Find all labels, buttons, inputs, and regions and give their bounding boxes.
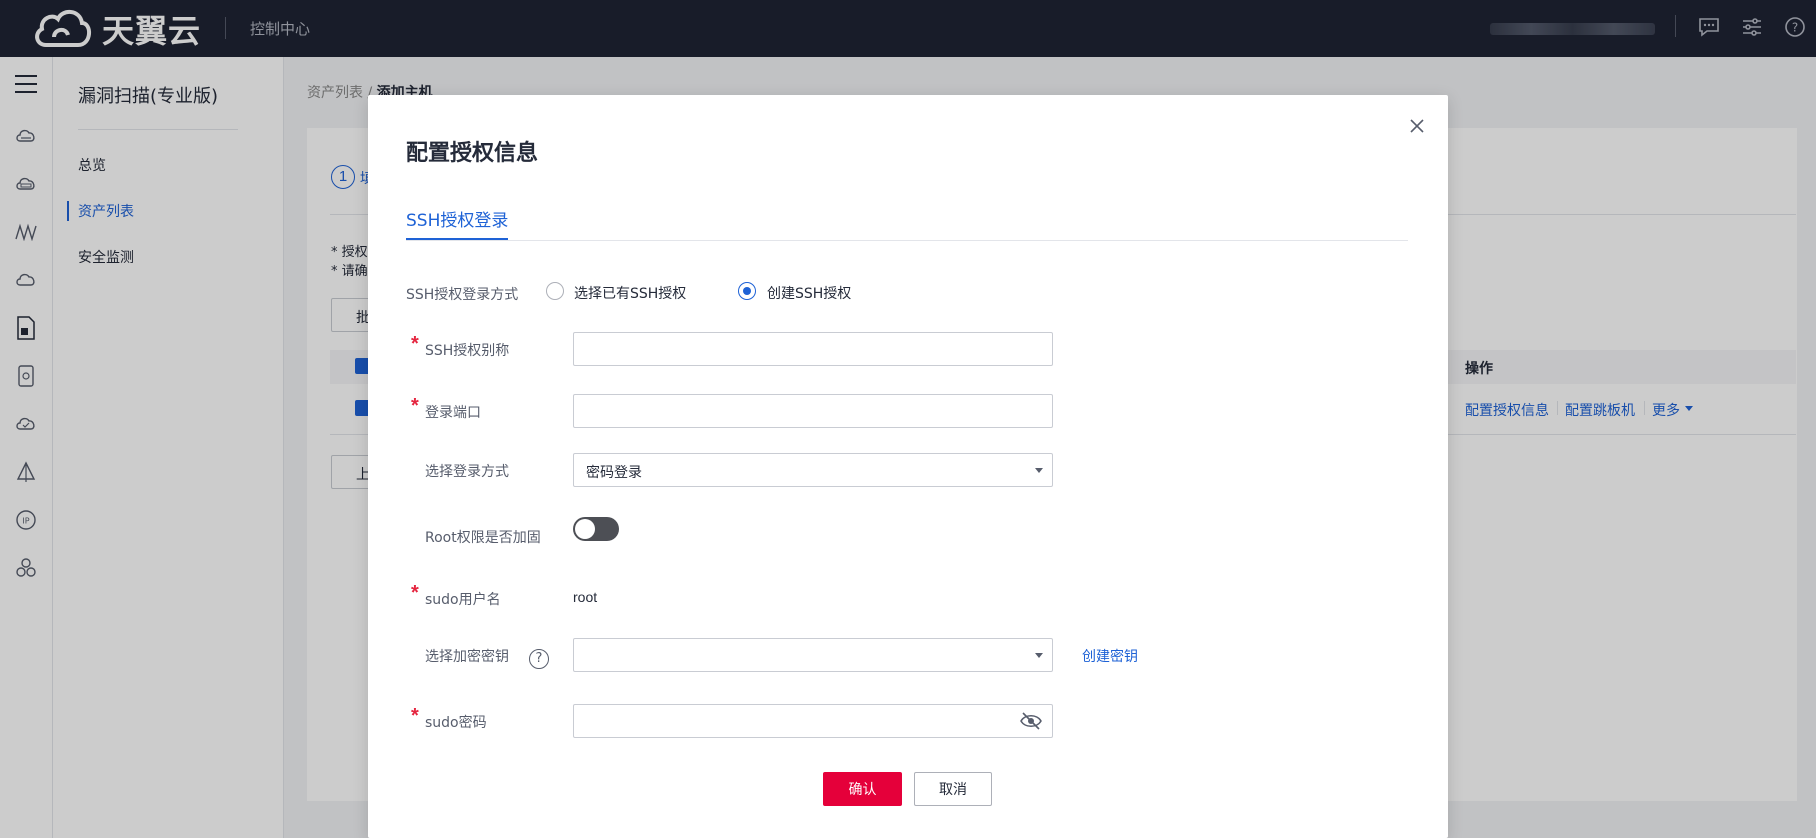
question-icon[interactable]: ? — [529, 649, 549, 669]
radio-existing-ssh[interactable] — [546, 282, 564, 300]
eye-hidden-icon[interactable] — [1020, 712, 1042, 730]
port-input[interactable] — [573, 394, 1053, 428]
required-asterisk: * — [411, 705, 419, 727]
chevron-down-icon — [1035, 653, 1043, 658]
required-asterisk: * — [411, 333, 419, 355]
divider — [406, 240, 1408, 241]
tab-ssh-login[interactable]: SSH授权登录 — [406, 206, 508, 231]
root-harden-label: Root权限是否加固 — [425, 530, 541, 546]
sudo-password-input[interactable] — [573, 704, 1053, 738]
config-auth-dialog: 配置授权信息 SSH授权登录 SSH授权登录方式 选择已有SSH授权 创建SSH… — [368, 95, 1448, 838]
radio-create-ssh-label[interactable]: 创建SSH授权 — [767, 283, 851, 303]
sudo-user-label: sudo用户名 — [425, 592, 501, 608]
login-method-select[interactable]: 密码登录 — [573, 453, 1053, 487]
dialog-title: 配置授权信息 — [406, 141, 539, 166]
create-key-link[interactable]: 创建密钥 — [1082, 646, 1138, 666]
port-label: 登录端口 — [425, 405, 481, 421]
root-harden-toggle[interactable] — [573, 517, 619, 541]
encrypt-key-label: 选择加密密钥 — [425, 649, 509, 665]
confirm-button[interactable]: 确认 — [823, 772, 902, 806]
cancel-button[interactable]: 取消 — [914, 772, 992, 806]
alias-input[interactable] — [573, 332, 1053, 366]
sudo-password-label: sudo密码 — [425, 715, 487, 731]
required-asterisk: * — [411, 582, 419, 604]
login-method-value: 密码登录 — [586, 465, 642, 481]
chevron-down-icon — [1035, 468, 1043, 473]
ssh-mode-label: SSH授权登录方式 — [406, 287, 519, 303]
encrypt-key-select[interactable] — [573, 638, 1053, 672]
login-method-label: 选择登录方式 — [425, 464, 509, 480]
close-icon[interactable] — [1406, 115, 1428, 137]
radio-create-ssh[interactable] — [738, 282, 756, 300]
alias-label: SSH授权别称 — [425, 343, 510, 359]
sudo-user-value: root — [573, 589, 598, 605]
required-asterisk: * — [411, 395, 419, 417]
toggle-knob — [575, 519, 595, 539]
radio-existing-ssh-label[interactable]: 选择已有SSH授权 — [574, 283, 686, 303]
